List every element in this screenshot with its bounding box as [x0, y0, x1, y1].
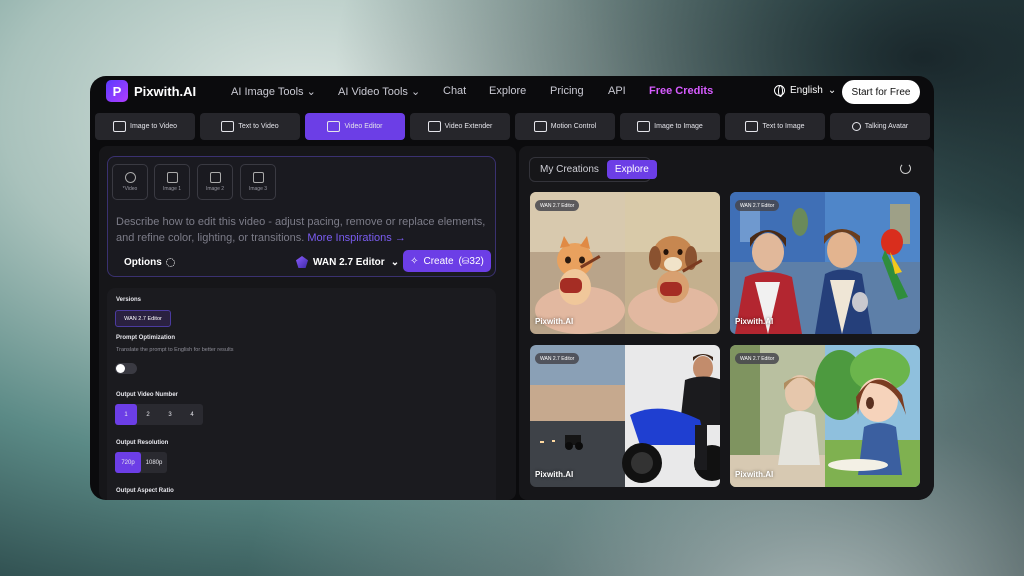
tab-talking-avatar[interactable]: Talking Avatar: [830, 113, 930, 140]
talking-avatar-icon: [851, 122, 861, 131]
output-resolution-label: Output Resolution: [116, 440, 169, 446]
prompt-box: *Video Image 1 Image 2 Image 3 Describe …: [107, 156, 496, 277]
image-add-icon: [166, 172, 178, 183]
coin-icon: ⛁: [461, 255, 470, 266]
image-to-video-icon: [113, 121, 127, 132]
refresh-icon[interactable]: [900, 163, 911, 174]
language-selector[interactable]: English ⌄: [774, 85, 837, 97]
nav-free-credits[interactable]: Free Credits: [649, 85, 713, 97]
editor-panel: *Video Image 1 Image 2 Image 3 Describe …: [99, 146, 516, 500]
nav-api[interactable]: API: [608, 85, 626, 97]
model-badge: WAN 2.7 Editor: [535, 200, 580, 211]
gallery-card[interactable]: WAN 2.7 Editor Pixwith.AI: [730, 345, 920, 487]
gallery-toggle: My Creations Explore: [529, 157, 657, 182]
upload-image-3-slot[interactable]: Image 3: [240, 164, 276, 200]
create-button[interactable]: ✧ Create (⛁ 32): [403, 250, 491, 272]
aspect-ratio-label: Output Aspect Ratio: [116, 488, 174, 494]
model-badge: WAN 2.7 Editor: [535, 353, 580, 364]
tab-my-creations[interactable]: My Creations: [532, 160, 607, 179]
tab-text-to-video[interactable]: Text to Video: [200, 113, 300, 140]
gallery-card[interactable]: WAN 2.7 Editor Pixwith.AI: [730, 192, 920, 334]
watermark: Pixwith.AI: [735, 470, 774, 479]
prompt-optimization-label: Prompt Optimization: [116, 335, 175, 341]
prompt-optimization-desc: Translate the prompt to English for bett…: [116, 347, 234, 353]
tab-image-to-video[interactable]: Image to Video: [95, 113, 195, 140]
gallery-panel: My Creations Explore WAN 2.7 Editor Pixw…: [519, 146, 934, 500]
play-icon: [124, 172, 136, 183]
nav-ai-image-tools[interactable]: AI Image Tools ⌄: [231, 85, 316, 98]
model-badge: WAN 2.7 Editor: [735, 200, 780, 211]
output-number-label: Output Video Number: [116, 392, 178, 398]
resolution-option[interactable]: 720p: [115, 452, 141, 473]
options-button[interactable]: Options: [124, 257, 175, 268]
output-number-option[interactable]: 3: [159, 404, 181, 425]
logo-icon: P: [106, 80, 128, 102]
text-to-image-icon: [745, 121, 759, 132]
image-to-image-icon: [637, 121, 651, 132]
chevron-down-icon: ⌄: [390, 256, 400, 268]
chevron-down-icon: ⌄: [410, 86, 421, 98]
prompt-input[interactable]: Describe how to edit this video - adjust…: [116, 214, 486, 246]
globe-icon: [774, 85, 785, 97]
logo[interactable]: P Pixwith.AI: [106, 80, 196, 102]
app-window: P Pixwith.AI AI Image Tools ⌄ AI Video T…: [90, 76, 934, 500]
model-icon: [296, 256, 308, 268]
watermark: Pixwith.AI: [535, 317, 574, 326]
image-add-icon: [252, 172, 264, 183]
chevron-down-icon: ⌄: [827, 85, 837, 96]
video-extender-icon: [427, 121, 441, 132]
nav-chat[interactable]: Chat: [443, 85, 466, 97]
sparkle-icon: ✧: [410, 255, 419, 267]
tab-text-to-image[interactable]: Text to Image: [725, 113, 825, 140]
settings-panel: Versions WAN 2.7 Editor Prompt Optimizat…: [107, 288, 496, 500]
version-chip[interactable]: WAN 2.7 Editor: [115, 310, 171, 327]
watermark: Pixwith.AI: [735, 317, 774, 326]
gear-icon: [165, 258, 175, 267]
output-number-option[interactable]: 4: [181, 404, 203, 425]
output-number-option[interactable]: 1: [115, 404, 137, 425]
versions-label: Versions: [116, 297, 142, 303]
gallery-card[interactable]: WAN 2.7 Editor Pixwith.AI: [530, 345, 720, 487]
video-editor-icon: [327, 121, 341, 132]
prompt-optimization-toggle[interactable]: [115, 363, 137, 374]
nav-pricing[interactable]: Pricing: [550, 85, 584, 97]
upload-video-slot[interactable]: *Video: [112, 164, 148, 200]
brand-name: Pixwith.AI: [134, 83, 197, 99]
tab-explore[interactable]: Explore: [606, 160, 657, 179]
output-number-option[interactable]: 2: [137, 404, 159, 425]
tab-image-to-image[interactable]: Image to Image: [620, 113, 720, 140]
card-image: [730, 192, 920, 334]
motion-control-icon: [533, 121, 547, 132]
chevron-down-icon: ⌄: [306, 86, 316, 98]
tab-motion-control[interactable]: Motion Control: [515, 113, 615, 140]
gallery-card[interactable]: WAN 2.7 Editor Pixwith.AI: [530, 192, 720, 334]
tab-video-editor[interactable]: Video Editor: [305, 113, 405, 140]
nav-ai-video-tools[interactable]: AI Video Tools ⌄: [338, 85, 420, 98]
resolution-option[interactable]: 1080p: [141, 452, 167, 473]
nav-explore[interactable]: Explore: [489, 85, 526, 97]
tab-video-extender[interactable]: Video Extender: [410, 113, 510, 140]
output-number-selector: 1 2 3 4: [115, 404, 203, 425]
upload-image-2-slot[interactable]: Image 2: [197, 164, 233, 200]
card-image: [530, 345, 720, 487]
model-selector[interactable]: WAN 2.7 Editor ⌄: [296, 256, 399, 268]
text-to-video-icon: [221, 121, 235, 132]
resolution-selector: 720p 1080p: [115, 452, 167, 473]
credit-cost: 32: [469, 255, 481, 267]
image-add-icon: [209, 172, 221, 183]
top-nav: P Pixwith.AI AI Image Tools ⌄ AI Video T…: [90, 76, 934, 108]
card-image: [730, 345, 920, 487]
upload-image-1-slot[interactable]: Image 1: [154, 164, 190, 200]
start-for-free-button[interactable]: Start for Free: [842, 80, 920, 104]
watermark: Pixwith.AI: [535, 470, 574, 479]
card-image: [530, 192, 720, 334]
more-inspirations-link[interactable]: More Inspirations →: [307, 232, 405, 244]
model-badge: WAN 2.7 Editor: [735, 353, 780, 364]
